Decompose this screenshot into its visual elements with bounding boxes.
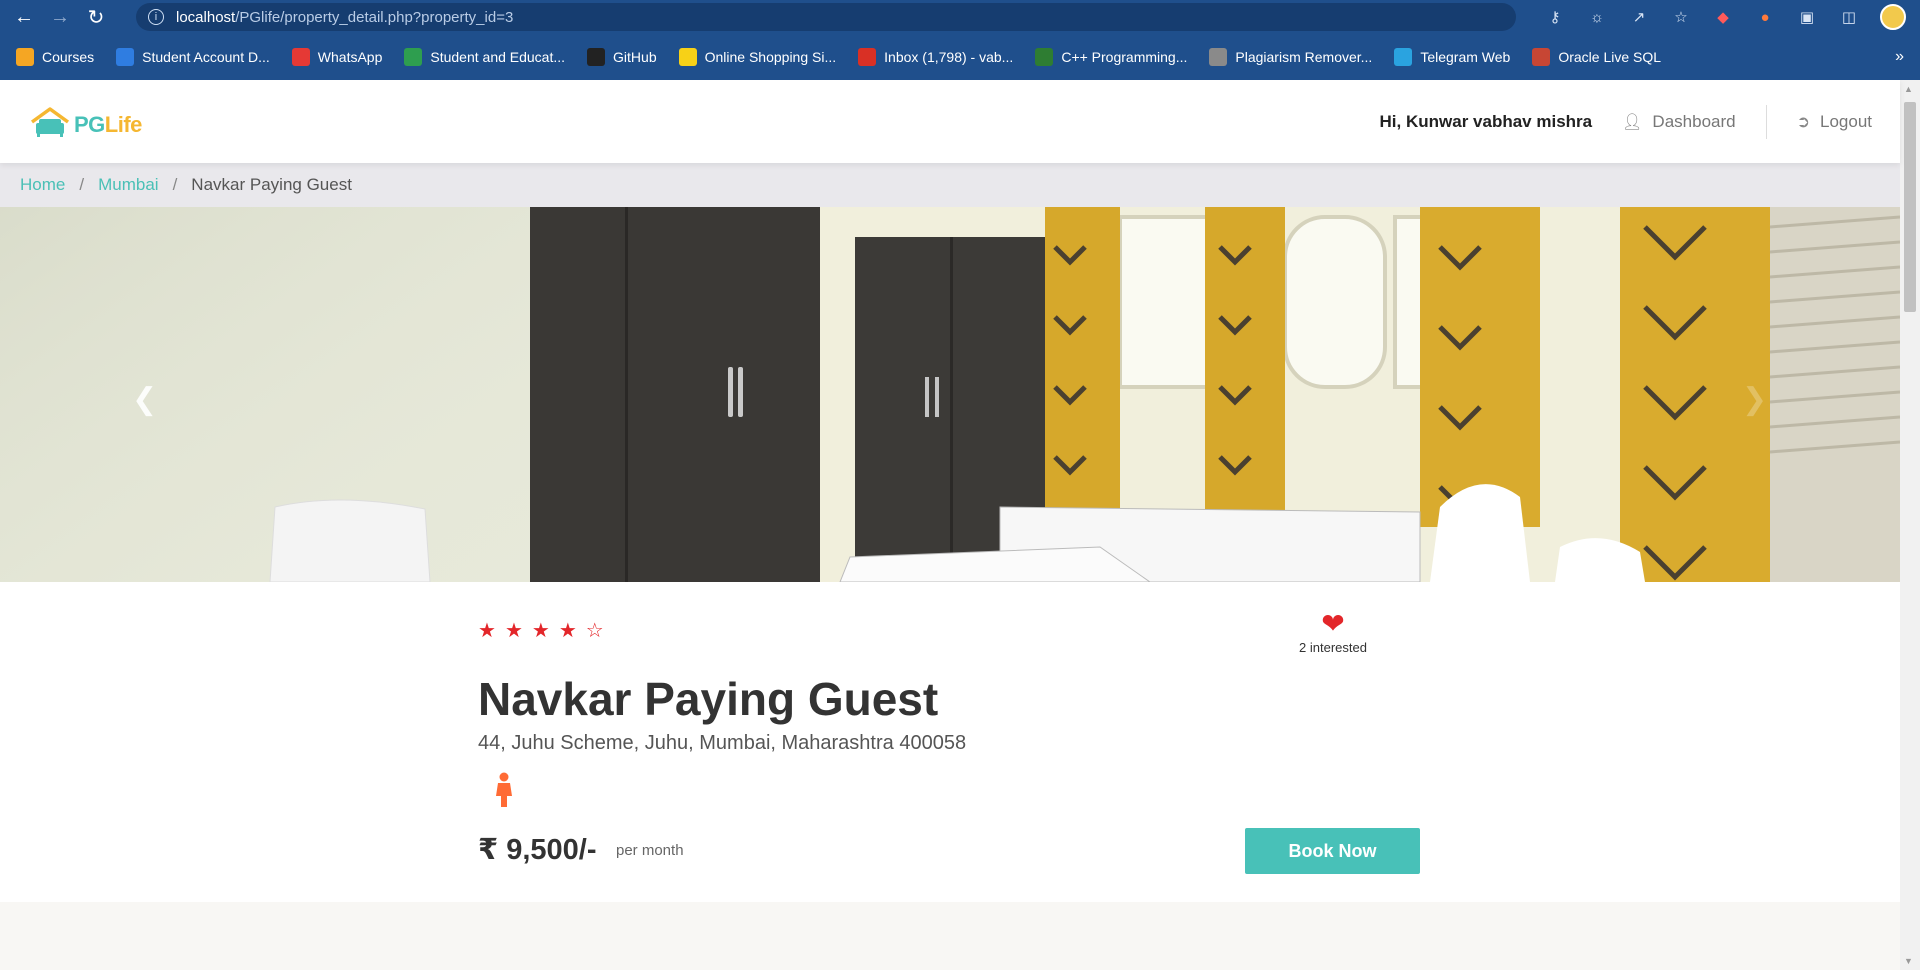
bookmark-favicon-icon xyxy=(1394,48,1413,66)
share-icon[interactable]: ↗ xyxy=(1628,6,1650,28)
bookmark-favicon-icon xyxy=(16,48,34,66)
bookmark-favicon-icon xyxy=(678,48,697,66)
bookmarks-bar: Courses Student Account D... WhatsApp Stude… xyxy=(0,34,1920,80)
bookmark-item[interactable]: Online Shopping Si... xyxy=(678,48,837,66)
extensions-puzzle-icon[interactable]: ▣ xyxy=(1796,6,1818,28)
star-filled-icon: ★ xyxy=(504,620,523,642)
reload-icon[interactable]: ↻ xyxy=(82,3,110,31)
extension-s-icon[interactable]: ◆ xyxy=(1712,6,1734,28)
address-bar[interactable]: i localhost/PGlife/property_detail.php?p… xyxy=(136,3,1516,31)
user-icon: 👤︎ xyxy=(1622,113,1643,131)
bookmark-item[interactable]: WhatsApp xyxy=(291,48,383,66)
chevron-left-icon[interactable]: ❮ xyxy=(132,382,157,417)
house-logo-icon xyxy=(30,106,70,137)
site-header: PGLife Hi, Kunwar vabhav mishra 👤︎ Dashb… xyxy=(0,80,1900,163)
sign-out-icon: ➲ xyxy=(1796,113,1810,131)
star-empty-icon: ☆ xyxy=(585,620,604,642)
bookmark-favicon-icon xyxy=(116,48,135,66)
bookmark-label: GitHub xyxy=(613,49,657,65)
bookmark-label: Inbox (1,798) - vab... xyxy=(884,49,1014,65)
room-photo xyxy=(0,207,1900,582)
side-panel-icon[interactable]: ◫ xyxy=(1838,6,1860,28)
next-section xyxy=(0,902,1900,970)
star-filled-icon: ★ xyxy=(478,620,496,642)
back-icon[interactable]: ← xyxy=(10,3,38,31)
breadcrumb-city[interactable]: Mumbai xyxy=(98,175,158,195)
breadcrumb-separator: / xyxy=(79,175,85,194)
bookmark-item[interactable]: Telegram Web xyxy=(1394,48,1510,66)
pglife-logo[interactable]: PGLife xyxy=(28,106,142,138)
scroll-up-icon[interactable]: ▲ xyxy=(1904,84,1913,94)
chevron-right-icon[interactable]: ❯ xyxy=(1742,382,1767,417)
url-host: localhost xyxy=(176,8,236,26)
bookmark-item[interactable]: Inbox (1,798) - vab... xyxy=(858,48,1013,66)
bookmark-item[interactable]: Student and Educat... xyxy=(404,48,565,66)
scroll-thumb[interactable] xyxy=(1904,102,1916,312)
star-filled-icon: ★ xyxy=(558,620,577,642)
header-divider xyxy=(1765,104,1767,139)
dashboard-link[interactable]: 👤︎ Dashboard xyxy=(1622,112,1735,132)
heart-icon[interactable]: ❤ xyxy=(1296,610,1370,638)
bookmark-item[interactable]: Courses xyxy=(16,48,94,66)
property-name: Navkar Paying Guest xyxy=(478,673,939,725)
bookmark-favicon-icon xyxy=(1532,48,1551,66)
bookmark-item[interactable]: Student Account D... xyxy=(116,48,270,66)
bookmark-label: WhatsApp xyxy=(317,49,383,65)
rating-stars: ★ ★ ★ ★ ☆ xyxy=(478,618,604,643)
scroll-down-icon[interactable]: ▼ xyxy=(1904,956,1913,966)
bookmark-item[interactable]: GitHub xyxy=(587,48,657,66)
bookmark-item[interactable]: C++ Programming... xyxy=(1035,48,1187,66)
interested-count: 2 interested xyxy=(1299,640,1367,655)
browser-toolbar: ← → ↻ i localhost/PGlife/property_detail… xyxy=(0,0,1920,34)
bookmark-label: C++ Programming... xyxy=(1061,49,1188,65)
bookmark-favicon-icon xyxy=(1035,48,1054,66)
book-now-button[interactable]: Book Now xyxy=(1245,828,1420,874)
property-image-carousel[interactable]: ❮ ❯ xyxy=(0,207,1900,582)
url-path: /PGlife/property_detail.php?property_id=… xyxy=(235,8,514,26)
breadcrumb: Home / Mumbai / Navkar Paying Guest xyxy=(0,163,1900,207)
bookmark-label: Student and Educat... xyxy=(430,49,566,65)
bookmark-star-icon[interactable]: ☆ xyxy=(1670,6,1692,28)
bookmark-favicon-icon xyxy=(291,48,310,66)
bookmark-label: Oracle Live SQL xyxy=(1558,49,1662,65)
breadcrumb-current: Navkar Paying Guest xyxy=(191,175,352,194)
bookmark-favicon-icon xyxy=(404,48,423,66)
star-filled-icon: ★ xyxy=(531,620,550,642)
user-greeting: Hi, Kunwar vabhav mishra xyxy=(1379,111,1593,131)
forward-icon[interactable]: → xyxy=(46,3,74,31)
bookmark-label: Plagiarism Remover... xyxy=(1235,49,1373,65)
price-unit: per month xyxy=(616,842,684,859)
bookmark-favicon-icon xyxy=(858,48,877,66)
property-address: 44, Juhu Scheme, Juhu, Mumbai, Maharasht… xyxy=(478,732,967,754)
bookmark-item[interactable]: Plagiarism Remover... xyxy=(1209,48,1372,66)
interested-widget[interactable]: ❤ 2 interested xyxy=(1296,610,1370,656)
bookmark-label: Telegram Web xyxy=(1420,49,1511,65)
bookmark-label: Student Account D... xyxy=(142,49,270,65)
breadcrumb-separator: / xyxy=(172,175,178,194)
breadcrumb-home[interactable]: Home xyxy=(20,175,65,195)
site-info-icon[interactable]: i xyxy=(148,9,164,25)
bookmarks-overflow-icon[interactable]: » xyxy=(1895,48,1904,66)
bookmark-favicon-icon xyxy=(587,48,606,66)
bookmark-item[interactable]: Oracle Live SQL xyxy=(1532,48,1661,66)
logout-label: Logout xyxy=(1820,111,1872,131)
page-viewport: PGLife Hi, Kunwar vabhav mishra 👤︎ Dashb… xyxy=(0,80,1920,970)
female-icon xyxy=(496,772,512,807)
translate-icon[interactable]: ☼ xyxy=(1586,6,1608,28)
property-price: ₹ 9,500/- xyxy=(478,834,597,866)
extension-flame-icon[interactable]: ● xyxy=(1754,6,1776,28)
dashboard-label: Dashboard xyxy=(1652,111,1736,131)
page-scrollbar[interactable]: ▲ ▼ xyxy=(1900,80,1920,970)
bookmark-label: Online Shopping Si... xyxy=(704,49,837,65)
property-details: ★ ★ ★ ★ ☆ ❤ 2 interested Navkar Paying Guest… xyxy=(0,582,1900,902)
logo-text: PGLife xyxy=(74,111,142,137)
profile-avatar[interactable] xyxy=(1880,4,1906,30)
bookmark-favicon-icon xyxy=(1209,48,1228,66)
key-icon[interactable]: ⚷ xyxy=(1544,6,1566,28)
logout-link[interactable]: ➲ Logout xyxy=(1797,112,1872,132)
bookmark-label: Courses xyxy=(42,49,95,65)
